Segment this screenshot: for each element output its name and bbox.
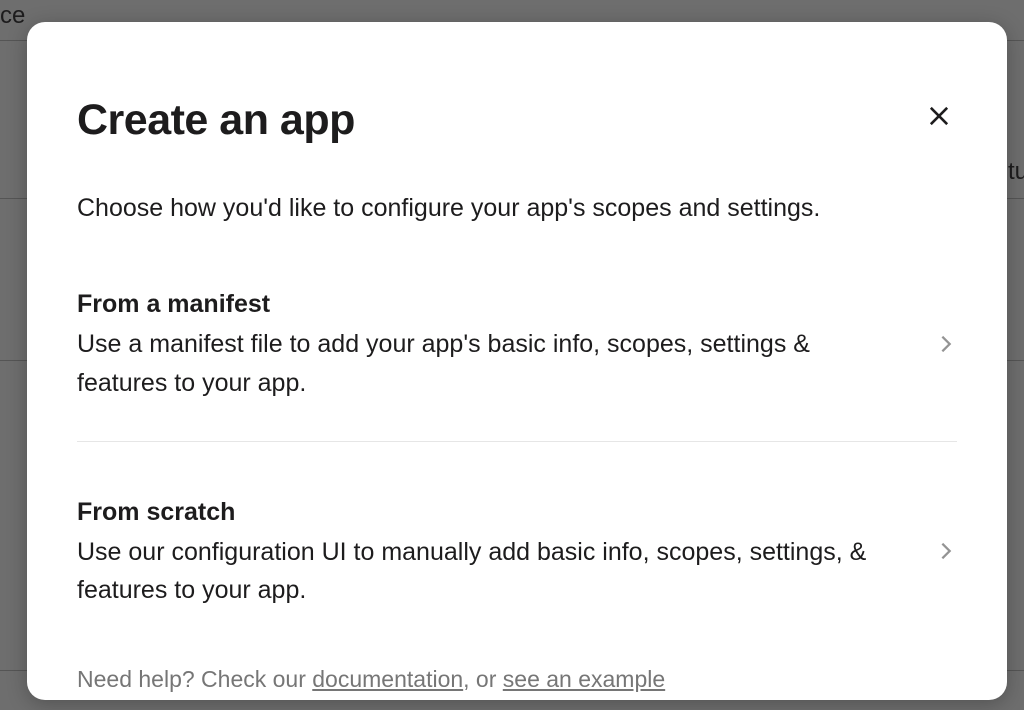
chevron-right-icon bbox=[935, 540, 957, 567]
help-prefix: Need help? Check our bbox=[77, 666, 312, 692]
option-from-manifest[interactable]: From a manifest Use a manifest file to a… bbox=[77, 282, 957, 411]
background-text-fragment: tu bbox=[1008, 158, 1024, 186]
option-title: From a manifest bbox=[77, 290, 895, 319]
background-text-fragment: ce bbox=[0, 2, 25, 30]
help-text: Need help? Check our documentation, or s… bbox=[77, 666, 957, 693]
close-button[interactable] bbox=[921, 98, 957, 139]
close-icon bbox=[925, 102, 953, 130]
option-title: From scratch bbox=[77, 498, 895, 527]
documentation-link[interactable]: documentation bbox=[312, 666, 463, 692]
dialog-subtitle: Choose how you'd like to configure your … bbox=[77, 191, 957, 226]
option-text: From a manifest Use a manifest file to a… bbox=[77, 290, 935, 403]
see-example-link[interactable]: see an example bbox=[503, 666, 665, 692]
option-text: From scratch Use our configuration UI to… bbox=[77, 498, 935, 611]
chevron-right-icon bbox=[935, 333, 957, 360]
divider bbox=[77, 441, 957, 442]
dialog-title: Create an app bbox=[77, 96, 355, 145]
option-description: Use our configuration UI to manually add… bbox=[77, 533, 895, 611]
create-app-dialog: Create an app Choose how you'd like to c… bbox=[27, 22, 1007, 700]
help-middle: , or bbox=[463, 666, 503, 692]
dialog-header: Create an app bbox=[77, 96, 957, 145]
option-from-scratch[interactable]: From scratch Use our configuration UI to… bbox=[77, 490, 957, 619]
option-description: Use a manifest file to add your app's ba… bbox=[77, 325, 895, 403]
